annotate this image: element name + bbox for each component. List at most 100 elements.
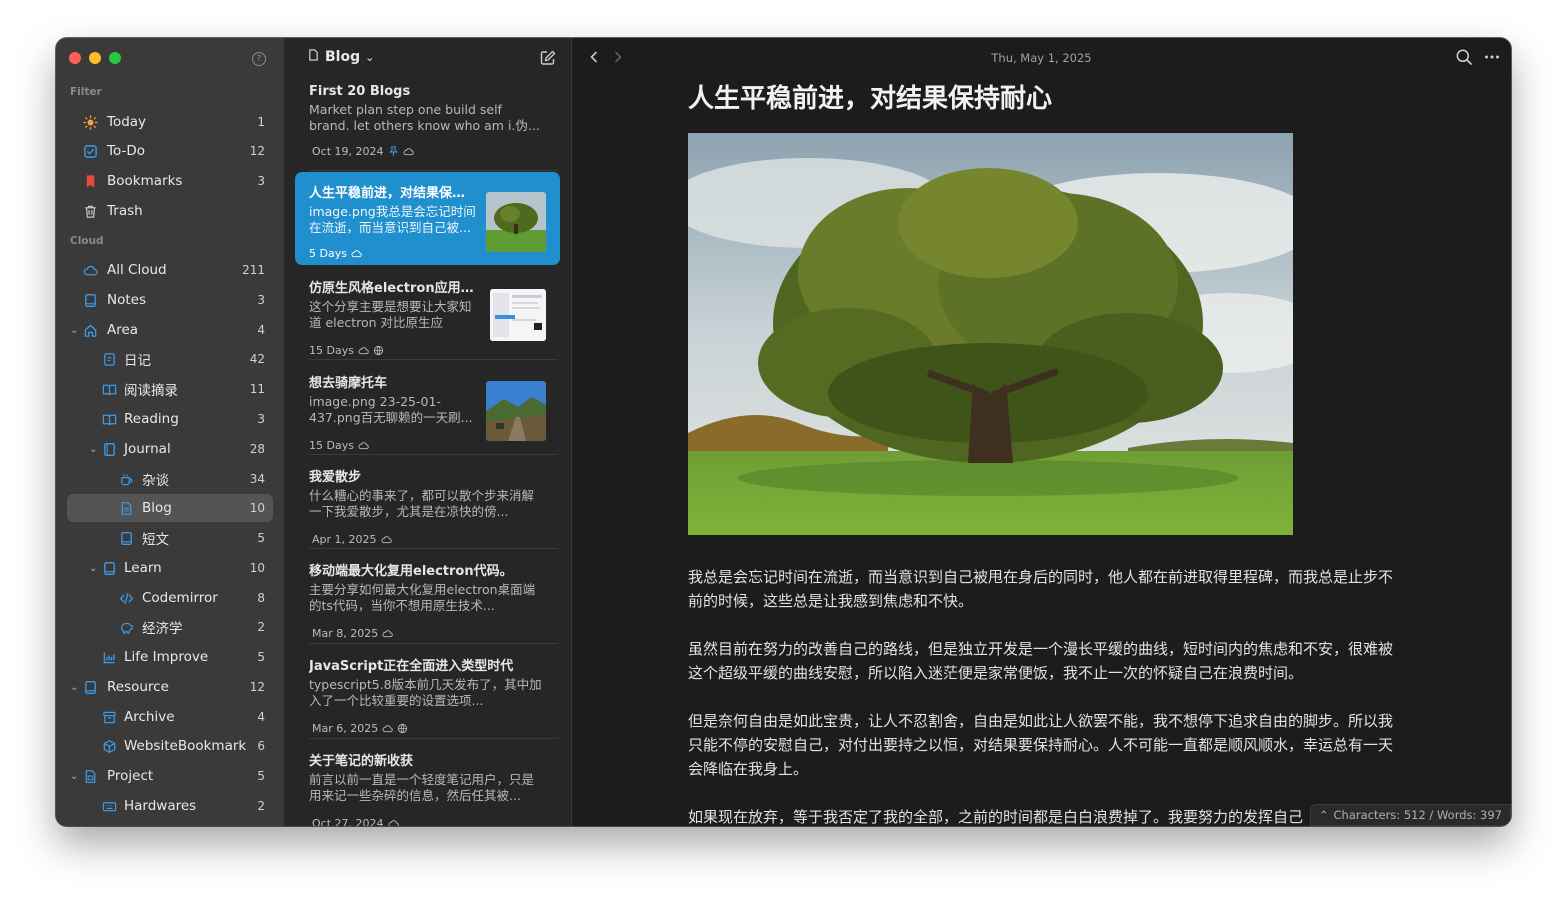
cloud-icon [351,248,362,259]
sidebar-item-life-improve[interactable]: Life Improve 5 [67,643,273,671]
journal-edit-icon [101,351,117,367]
sidebar-item-label: Learn [124,560,162,576]
note-list-item[interactable]: 想去骑摩托车 image.png 23-25-01-437.png百无聊赖的一天… [295,362,560,452]
home-icon [82,322,98,338]
cube-icon [101,738,117,754]
chevron-down-icon[interactable]: ⌄ [89,444,99,455]
minimize-window-button[interactable] [89,52,101,64]
document-body[interactable]: 我总是会忘记时间在流逝，而当意识到自己被甩在身后的同时，他人都在前进取得里程碑，… [688,565,1398,826]
sidebar-item-label: All Cloud [107,262,167,278]
note-date: Oct 19, 2024 [312,145,384,158]
help-icon[interactable]: ? [252,52,266,66]
sidebar: ? Filter Today 1 To-Do 12 Bookmarks 3 Tr… [56,38,285,826]
sidebar-item-reading[interactable]: Reading 3 [67,405,273,433]
globe-icon [373,345,384,356]
chevron-down-icon[interactable]: ⌄ [70,325,80,336]
sidebar-item-count: 12 [249,680,265,694]
paragraph: 虽然目前在努力的改善自己的路线，但是独立开发是一个漫长平缓的曲线，短时间内的焦虑… [688,640,1394,682]
note-date-header: Thu, May 1, 2025 [991,51,1092,65]
piggy-bank-icon [118,619,134,635]
note-date: Apr 1, 2025 [312,533,377,546]
compose-icon[interactable] [539,49,557,67]
zoom-window-button[interactable] [109,52,121,64]
sidebar-item-count: 42 [249,352,265,366]
search-icon[interactable] [1455,48,1473,66]
note-list-item[interactable]: 移动端最大化复用electron代码。 主要分享如何最大化复用electron桌… [295,550,560,640]
sidebar-item-label: Archive [124,709,175,725]
note-list-item-selected[interactable]: 人生平稳前进，对结果保持... image.png我总是会忘记时间在流逝，而当意… [295,172,560,265]
sidebar-item-count: 211 [242,263,265,277]
sidebar-item-trash[interactable]: Trash [67,197,273,225]
sidebar-item-resource[interactable]: ⌄ Resource 12 [67,673,273,701]
book-open-icon [101,411,117,427]
sidebar-item-count: 5 [257,650,265,664]
sidebar-item-codemirror[interactable]: Codemirror 8 [67,584,273,612]
note-list-item[interactable]: JavaScript正在全面进入类型时代 typescript5.8版本前几天发… [295,645,560,735]
sidebar-item-short-essay[interactable]: 短文 5 [67,524,273,552]
note-title: 仿原生风格electron应用的... [309,281,476,296]
divider [309,643,558,644]
note-preview: 什么糟心的事来了，都可以散个步来消解一下我爱散步，尤其是在凉快的傍... [309,488,535,519]
chevron-down-icon[interactable]: ⌄ [89,563,99,574]
divider [309,738,558,739]
bookmark-icon [82,173,98,189]
notebook-icon [82,292,98,308]
sidebar-item-journal[interactable]: ⌄ Journal 28 [67,435,273,463]
sidebar-item-label: Trash [107,203,143,219]
sidebar-item-all-cloud[interactable]: All Cloud 211 [67,256,273,284]
sidebar-item-blog[interactable]: Blog 10 [67,494,273,522]
sidebar-item-count: 5 [257,769,265,783]
sidebar-item-project[interactable]: ⌄ Project 5 [67,762,273,790]
note-title: 人生平稳前进，对结果保持... [309,186,476,201]
section-cloud-label: Cloud [70,235,104,247]
sidebar-item-count: 34 [249,472,265,486]
project-document-icon [82,768,98,784]
sidebar-item-archive[interactable]: Archive 4 [67,703,273,731]
sidebar-item-learn[interactable]: ⌄ Learn 10 [67,554,273,582]
document-title[interactable]: 人生平稳前进，对结果保持耐心 [688,78,1052,115]
sidebar-item-chat[interactable]: 杂谈 34 [67,465,273,493]
sidebar-item-reading-excerpts[interactable]: 阅读摘录 11 [67,375,273,403]
note-preview: typescript5.8版本前几天发布了，其中加入了一个比较重要的设置选项..… [309,677,542,708]
close-window-button[interactable] [69,52,81,64]
sidebar-item-count: 4 [257,323,265,337]
sidebar-item-label: Today [107,114,147,130]
folder-title: Blog [325,49,361,65]
sidebar-item-notes[interactable]: Notes 3 [67,286,273,314]
note-list-item[interactable]: 我爱散步 什么糟心的事来了，都可以散个步来消解一下我爱散步，尤其是在凉快的傍..… [295,456,560,546]
sidebar-item-todo[interactable]: To-Do 12 [67,137,273,165]
sidebar-item-count: 3 [257,293,265,307]
sidebar-item-bookmarks[interactable]: Bookmarks 3 [67,167,273,195]
sidebar-item-count: 28 [249,442,265,456]
note-list-item[interactable]: 仿原生风格electron应用的... 这个分享主要是想要让大家知道 elect… [295,267,560,357]
sidebar-item-hardwares[interactable]: Hardwares 2 [67,792,273,820]
sidebar-item-diary[interactable]: 日记 42 [67,345,273,373]
chevron-down-icon[interactable]: ⌄ [70,682,80,693]
sidebar-item-label: Codemirror [142,590,218,606]
globe-icon [397,723,408,734]
document-image-oak-tree [688,133,1293,535]
more-options-icon[interactable] [1483,48,1501,66]
cup-icon [118,471,134,487]
sidebar-item-label: Reading [124,411,179,427]
paragraph: 如果现在放弃，等于我否定了我的全部，之前的时间都是白白浪费掉了。我要努力的发挥自… [688,808,1304,826]
sidebar-item-count: 5 [257,531,265,545]
sidebar-item-today[interactable]: Today 1 [67,108,273,136]
sidebar-item-label: Resource [107,679,169,695]
sidebar-item-area[interactable]: ⌄ Area 4 [67,316,273,344]
sidebar-item-count: 4 [257,710,265,724]
note-preview: image.png 23-25-01-437.png百无聊赖的一天刷... [309,394,473,425]
note-preview: Market plan step one build self brand. l… [309,102,540,133]
sidebar-item-website-bookmark[interactable]: WebsiteBookmark 6 [67,732,273,760]
note-list-item[interactable]: 关于笔记的新收获 前言以前一直是一个轻度笔记用户，只是用来记一些杂碎的信息，然后… [295,740,560,826]
cloud-icon [358,440,369,451]
word-count-status[interactable]: ⌃ Characters: 512 / Words: 397 [1309,804,1511,826]
sidebar-item-label: Blog [142,500,172,516]
chart-icon [101,649,117,665]
sidebar-item-economics[interactable]: 经济学 2 [67,613,273,641]
chevron-down-icon[interactable]: ⌄ [70,771,80,782]
note-list-item[interactable]: First 20 Blogs Market plan step one buil… [295,74,560,158]
document-icon [307,48,320,66]
window-controls [69,52,121,64]
folder-selector[interactable]: Blog ⌄ [307,48,374,66]
